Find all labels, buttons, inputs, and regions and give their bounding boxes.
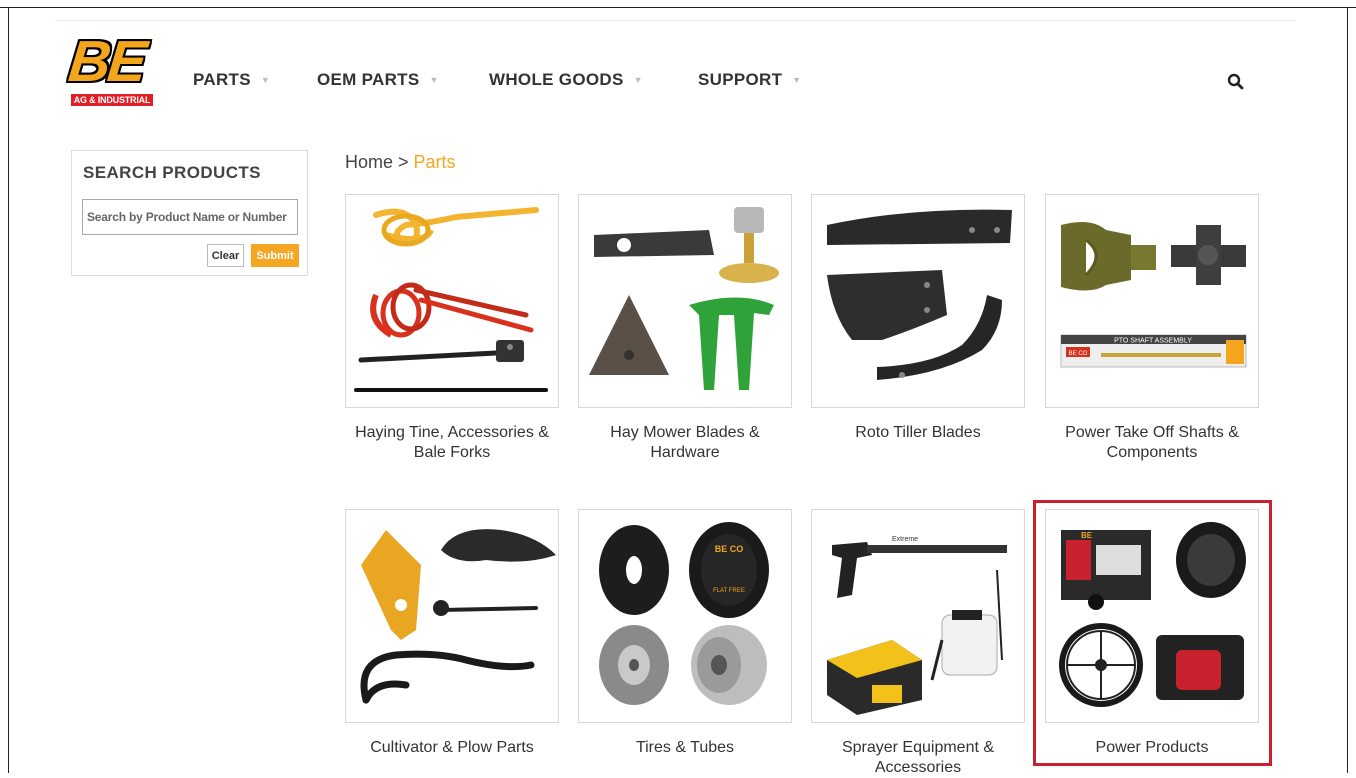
category-card-sprayer-equipment[interactable]: Extreme Sprayer Equipment & Accessories <box>811 509 1025 778</box>
nav-item-label: OEM PARTS <box>317 70 420 89</box>
tire-text: FLAT FREE <box>713 588 745 594</box>
category-image: PTO SHAFT ASSEMBLY BE CO <box>1045 194 1259 408</box>
caret-down-icon: ▼ <box>429 75 439 85</box>
logo-subtitle: AG & INDUSTRIAL <box>71 94 153 106</box>
category-image: BE CO FLAT FREE <box>578 509 792 723</box>
nav-item-whole-goods[interactable]: WHOLE GOODS ▼ <box>489 70 643 90</box>
nav-item-support[interactable]: SUPPORT ▼ <box>698 70 802 90</box>
category-image: BE <box>1045 509 1259 723</box>
category-label: Hay Mower Blades & Hardware <box>610 424 760 461</box>
tires-tubes-image: BE CO FLAT FREE <box>599 522 769 705</box>
category-label: Sprayer Equipment & Accessories <box>841 739 995 776</box>
window-frame-right <box>1347 7 1348 773</box>
product-search-input[interactable] <box>82 199 298 235</box>
category-label: Power Take Off Shafts & Components <box>1065 424 1239 461</box>
category-image <box>345 509 559 723</box>
category-image <box>578 194 792 408</box>
tire-brand-text: BE CO <box>715 544 744 554</box>
category-image <box>345 194 559 408</box>
category-card-roto-tiller-blades[interactable]: Roto Tiller Blades <box>811 194 1025 443</box>
category-card-pto-shafts[interactable]: PTO SHAFT ASSEMBLY BE CO Power Take Off … <box>1045 194 1259 463</box>
header-divider <box>55 20 1295 21</box>
window-frame-left <box>8 7 9 773</box>
category-card-tires-tubes[interactable]: BE CO FLAT FREE Tires & Tubes <box>578 509 792 758</box>
category-label: Tires & Tubes <box>635 739 735 756</box>
category-label: Roto Tiller Blades <box>855 424 981 441</box>
generator-brand-text: BE <box>1081 531 1093 540</box>
brand-logo[interactable]: BE AG & INDUSTRIAL <box>66 29 155 106</box>
submit-button[interactable]: Submit <box>251 244 299 267</box>
category-label: Haying Tine, Accessories & Bale Forks <box>355 424 549 461</box>
breadcrumb-home[interactable]: Home <box>345 152 393 172</box>
caret-down-icon: ▼ <box>260 75 271 85</box>
sprayer-brand-text: Extreme <box>892 536 918 543</box>
breadcrumb-current[interactable]: Parts <box>414 152 456 172</box>
search-products-panel: SEARCH PRODUCTS Clear Submit <box>71 150 308 276</box>
caret-down-icon: ▼ <box>792 75 802 85</box>
breadcrumb-separator: > <box>398 152 409 172</box>
search-icon[interactable] <box>1226 72 1246 92</box>
pto-box-text: PTO SHAFT ASSEMBLY <box>1114 338 1192 345</box>
haying-tine-image <box>354 207 548 392</box>
sprayer-equipment-image: Extreme <box>827 536 1007 715</box>
caret-down-icon: ▼ <box>633 75 643 85</box>
nav-item-label: PARTS <box>193 70 251 89</box>
roto-tiller-blades-image <box>827 209 1012 380</box>
category-card-cultivator-plow[interactable]: Cultivator & Plow Parts <box>345 509 559 758</box>
nav-item-label: SUPPORT <box>698 70 783 89</box>
clear-button[interactable]: Clear <box>207 244 244 267</box>
nav-item-oem-parts[interactable]: OEM PARTS ▼ <box>317 70 439 90</box>
category-image <box>811 194 1025 408</box>
nav-item-parts[interactable]: PARTS ▼ <box>193 70 270 90</box>
pto-shafts-image: PTO SHAFT ASSEMBLY BE CO <box>1060 221 1247 368</box>
power-products-image: BE <box>1059 522 1246 707</box>
logo-text: BE <box>65 29 148 94</box>
category-label: Cultivator & Plow Parts <box>370 739 534 756</box>
search-products-title: SEARCH PRODUCTS <box>83 163 261 182</box>
window-frame-top <box>0 7 1356 8</box>
category-image: Extreme <box>811 509 1025 723</box>
nav-item-label: WHOLE GOODS <box>489 70 624 89</box>
breadcrumb: Home > Parts <box>345 152 456 173</box>
cultivator-plow-image <box>360 529 556 704</box>
category-card-haying-tine[interactable]: Haying Tine, Accessories & Bale Forks <box>345 194 559 463</box>
pto-box-brand: BE CO <box>1069 351 1088 357</box>
category-card-power-products[interactable]: BE Power Products <box>1045 509 1259 758</box>
hay-mower-blades-image <box>589 207 779 390</box>
category-card-hay-mower-blades[interactable]: Hay Mower Blades & Hardware <box>578 194 792 463</box>
category-label: Power Products <box>1095 739 1209 756</box>
